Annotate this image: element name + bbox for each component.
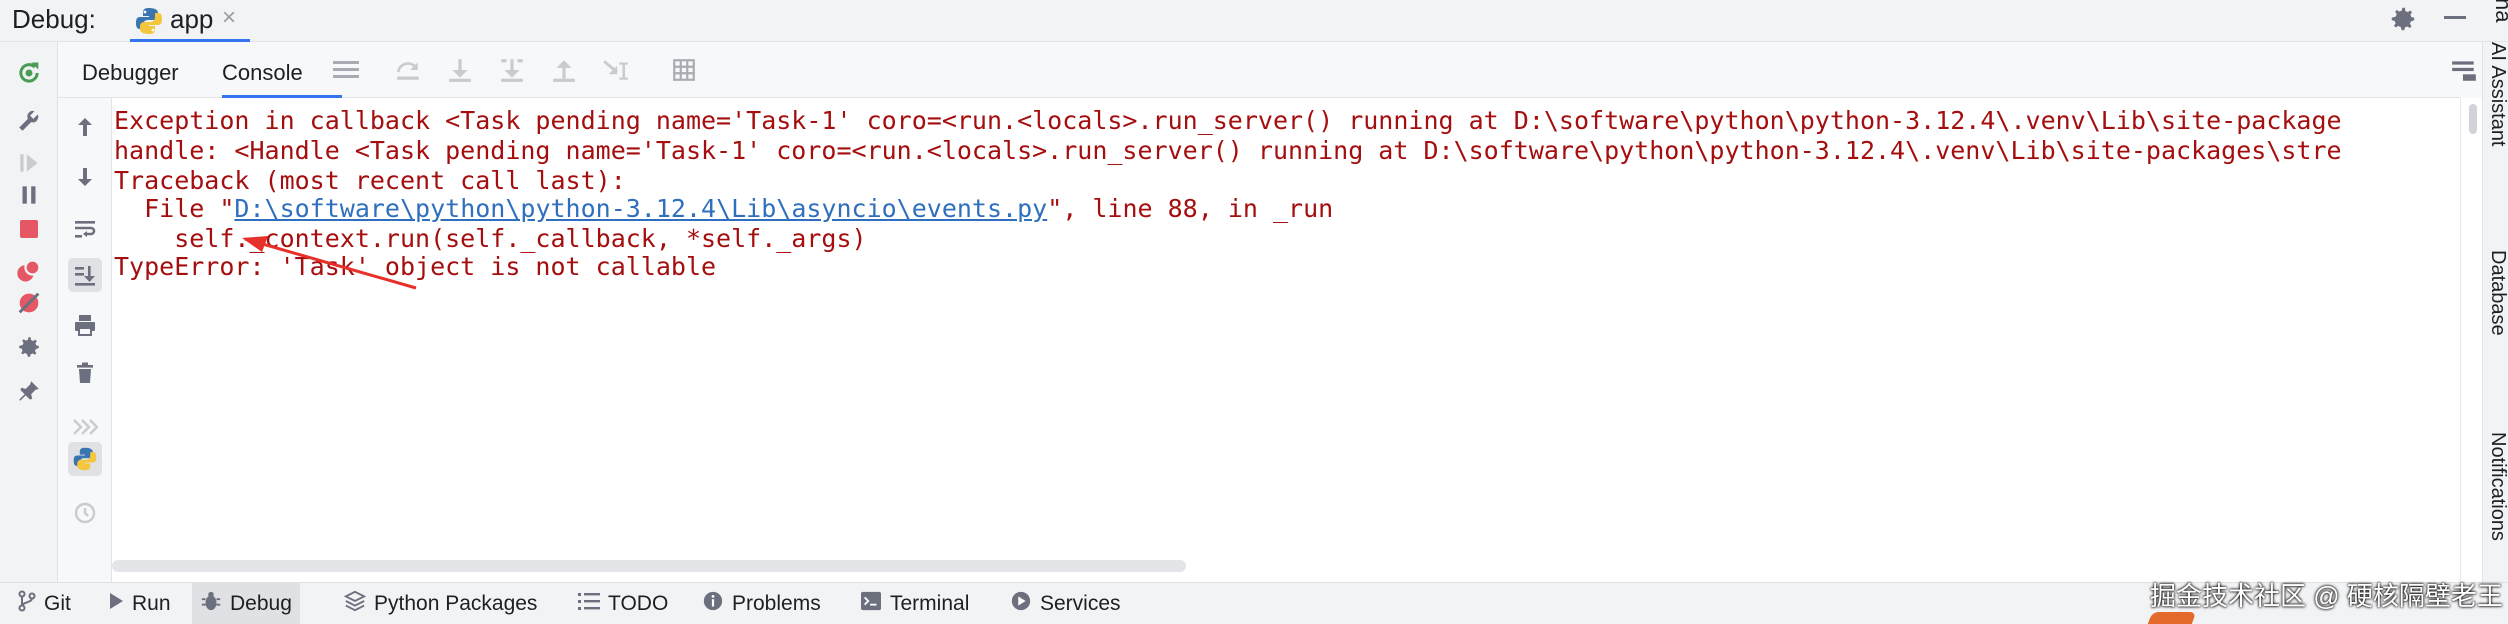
- layout-settings-icon[interactable]: [2450, 56, 2478, 84]
- vertical-scrollbar[interactable]: [2460, 98, 2482, 582]
- python-console-icon[interactable]: [68, 442, 102, 476]
- problems-tool-button[interactable]: Problems: [694, 583, 829, 624]
- stop-icon[interactable]: [14, 214, 44, 244]
- python-icon: [134, 6, 164, 41]
- step-over-icon[interactable]: [394, 56, 422, 84]
- debug-title-bar: Debug: app × na: [0, 0, 2508, 42]
- settings-icon[interactable]: [14, 332, 44, 362]
- run-label: Run: [132, 592, 171, 615]
- services-label: Services: [1040, 592, 1121, 615]
- info-icon: [702, 590, 724, 618]
- gear-icon[interactable]: [2388, 4, 2418, 39]
- layers-icon: [343, 590, 367, 618]
- close-icon[interactable]: ×: [222, 4, 236, 32]
- scrollbar-thumb[interactable]: [2469, 104, 2477, 134]
- tab-debugger[interactable]: Debugger: [82, 50, 179, 98]
- scroll-to-end-icon[interactable]: [68, 258, 102, 292]
- step-out-icon[interactable]: [550, 56, 578, 84]
- annotation-arrow: [242, 236, 417, 290]
- cropped-tool-label: na: [2491, 0, 2508, 23]
- tab-console[interactable]: Console: [222, 50, 342, 98]
- trash-icon[interactable]: [68, 356, 102, 390]
- pause-icon[interactable]: [14, 180, 44, 210]
- debug-label: Debug: [230, 592, 292, 615]
- python-packages-label: Python Packages: [374, 592, 538, 615]
- bug-icon: [200, 590, 222, 618]
- services-tool-button[interactable]: Services: [1002, 583, 1129, 624]
- terminal-tool-button[interactable]: Terminal: [852, 583, 977, 624]
- mute-breakpoints-icon[interactable]: [14, 288, 44, 318]
- play-icon: [108, 592, 124, 616]
- console-output[interactable]: Exception in callback <Task pending name…: [112, 98, 2460, 582]
- debug-label: Debug:: [12, 4, 96, 34]
- bottom-tool-bar: Git Run Debug Python Packages TODO Probl…: [0, 582, 2508, 624]
- python-packages-tool-button[interactable]: Python Packages: [336, 583, 545, 624]
- horizontal-scrollbar[interactable]: [112, 560, 1186, 572]
- arrow-down-icon[interactable]: [68, 160, 102, 194]
- run-tool-button[interactable]: Run: [100, 583, 179, 624]
- database-tool[interactable]: Database: [2483, 250, 2508, 336]
- terminal-label: Terminal: [890, 592, 970, 615]
- list-icon: [578, 591, 600, 617]
- debug-tool-button[interactable]: Debug: [192, 583, 300, 624]
- resume-icon[interactable]: [14, 148, 44, 178]
- rerun-icon[interactable]: [14, 58, 44, 88]
- problems-label: Problems: [732, 592, 821, 615]
- pin-icon[interactable]: [14, 376, 44, 406]
- minimize-icon[interactable]: [2444, 16, 2466, 19]
- orange-badge: [2147, 612, 2197, 624]
- evaluate-expression-icon[interactable]: [670, 56, 698, 84]
- notifications-tool[interactable]: Notifications: [2483, 432, 2508, 541]
- view-breakpoints-icon[interactable]: [14, 256, 44, 286]
- console-actions-column: [58, 98, 112, 582]
- file-line-suffix: ", line 88, in _run: [1047, 194, 1334, 223]
- right-tool-strip: AI Assistant Database Notifications: [2482, 42, 2508, 582]
- debug-tab-bar: Debugger Console: [58, 42, 2476, 98]
- services-play-icon: [1010, 590, 1032, 618]
- soft-wrap-icon[interactable]: [68, 212, 102, 246]
- debug-actions-strip: [0, 42, 58, 582]
- step-into-icon[interactable]: [446, 56, 474, 84]
- todo-label: TODO: [608, 592, 669, 615]
- run-to-cursor-icon[interactable]: [602, 56, 630, 84]
- watermark-text: 掘金技术社区 @ 硬核隔壁老王: [2150, 581, 2503, 611]
- step-into-my-code-icon[interactable]: [498, 56, 526, 84]
- git-branch-icon: [18, 590, 36, 618]
- print-icon[interactable]: [68, 308, 102, 342]
- wrench-icon[interactable]: [14, 106, 44, 136]
- menu-lines-icon[interactable]: [332, 56, 360, 84]
- ai-assistant-tool[interactable]: AI Assistant: [2483, 42, 2508, 147]
- arrow-up-icon[interactable]: [68, 110, 102, 144]
- app-run-config-tab[interactable]: app ×: [130, 0, 250, 42]
- git-label: Git: [44, 592, 71, 615]
- double-chevron-right-icon[interactable]: [68, 410, 102, 444]
- app-tab-label: app: [170, 4, 214, 34]
- history-clock-icon[interactable]: [68, 496, 102, 530]
- git-tool-button[interactable]: Git: [10, 583, 79, 624]
- todo-tool-button[interactable]: TODO: [570, 583, 676, 624]
- terminal-icon: [860, 591, 882, 617]
